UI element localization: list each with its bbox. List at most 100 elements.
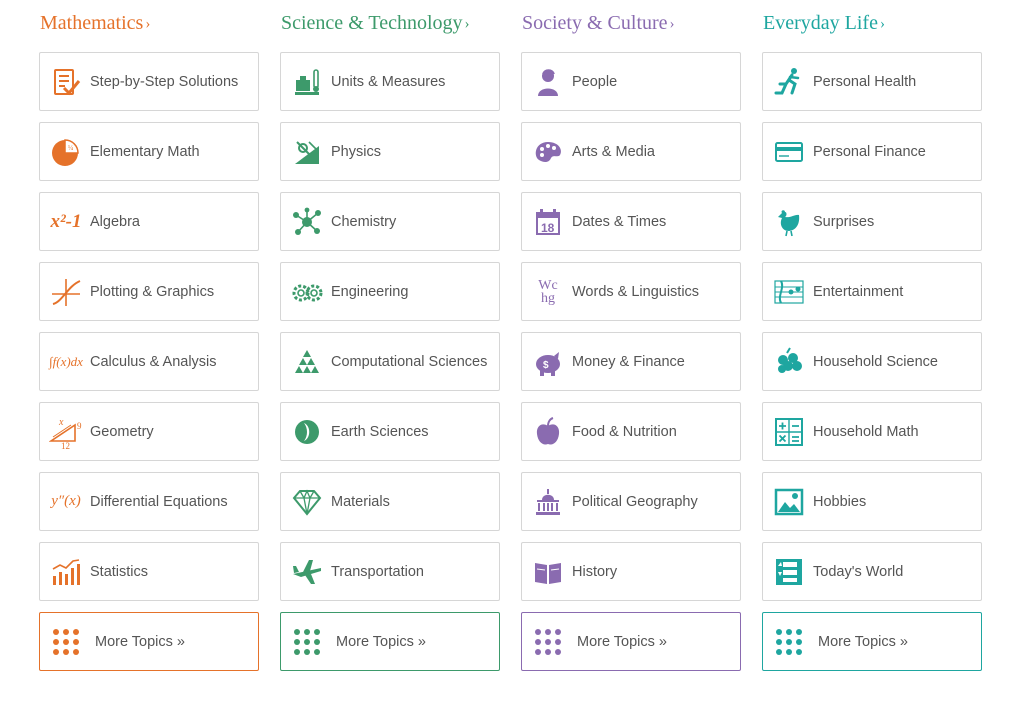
diamond-icon	[290, 485, 324, 519]
chevron-right-icon: ›	[464, 16, 470, 32]
topic-tile-arts-media[interactable]: Arts & Media	[521, 122, 741, 181]
apple-icon	[531, 415, 565, 449]
topic-label: Household Science	[813, 353, 938, 370]
topic-tile-personal-health[interactable]: Personal Health	[762, 52, 982, 111]
column-heading-link[interactable]: Everyday Life ›	[763, 10, 885, 36]
topic-tile-history[interactable]: History	[521, 542, 741, 601]
graph-curve-icon	[49, 275, 83, 309]
portrait-bust-icon	[531, 65, 565, 99]
topic-label: Differential Equations	[90, 493, 228, 510]
topic-tile-algebra[interactable]: x²-1 Algebra	[39, 192, 259, 251]
more-topics-label: More Topics »	[818, 633, 908, 650]
topic-label: Today's World	[813, 563, 904, 580]
more-topics-button[interactable]: More Topics »	[280, 612, 500, 671]
column-heading-link[interactable]: Society & Culture ›	[522, 10, 675, 36]
topic-label: Engineering	[331, 283, 409, 300]
topic-label: Household Math	[813, 423, 919, 440]
chicken-icon	[772, 205, 806, 239]
topic-tile-engineering[interactable]: Engineering	[280, 262, 500, 321]
svg-text:18: 18	[541, 221, 555, 235]
topic-tile-surprises[interactable]: Surprises	[762, 192, 982, 251]
topic-label: Physics	[331, 143, 381, 160]
calendar-icon: 18	[531, 205, 565, 239]
physics-ramp-icon	[290, 135, 324, 169]
column-heading-link[interactable]: Science & Technology ›	[281, 10, 470, 36]
topic-label: Arts & Media	[572, 143, 655, 160]
more-topics-label: More Topics »	[577, 633, 667, 650]
topic-tile-plotting-graphics[interactable]: Plotting & Graphics	[39, 262, 259, 321]
svg-text:x: x	[58, 417, 64, 428]
topic-label: History	[572, 563, 618, 580]
topic-tile-hobbies[interactable]: Hobbies	[762, 472, 982, 531]
capitol-icon	[531, 485, 565, 519]
topic-tile-materials[interactable]: Materials	[280, 472, 500, 531]
topic-tile-differential-equations[interactable]: y″(x) Differential Equations	[39, 472, 259, 531]
stock-board-icon	[772, 555, 806, 589]
letters-icon-text: Wc hg	[538, 277, 558, 306]
topic-tile-today-s-world[interactable]: Today's World	[762, 542, 982, 601]
topic-label: Money & Finance	[572, 353, 685, 370]
column-heading-link[interactable]: Mathematics ›	[40, 10, 150, 36]
topic-label: Earth Sciences	[331, 423, 429, 440]
topic-tile-transportation[interactable]: Transportation	[280, 542, 500, 601]
topic-label: Political Geography	[572, 493, 698, 510]
topic-tile-geometry[interactable]: x 9 12 Geometry	[39, 402, 259, 461]
topic-tile-earth-sciences[interactable]: Earth Sciences	[280, 402, 500, 461]
calculator-icon	[772, 415, 806, 449]
topic-tile-dates-times[interactable]: 18 Dates & Times	[521, 192, 741, 251]
topic-tile-money-finance[interactable]: $ Money & Finance	[521, 332, 741, 391]
topic-tile-food-nutrition[interactable]: Food & Nutrition	[521, 402, 741, 461]
more-topics-button[interactable]: More Topics »	[762, 612, 982, 671]
svg-text:12: 12	[61, 441, 70, 449]
topic-label: Personal Finance	[813, 143, 926, 160]
topic-tile-words-linguistics[interactable]: Wc hg Words & Linguistics	[521, 262, 741, 321]
topic-tile-computational-sciences[interactable]: Computational Sciences	[280, 332, 500, 391]
algebra-icon-text: x²-1	[50, 210, 82, 232]
gears-icon	[290, 275, 324, 309]
letters-icon: Wc hg	[531, 275, 565, 309]
topic-label: Statistics	[90, 563, 149, 580]
svg-text:¼: ¼	[68, 144, 73, 152]
grid-dots-icon	[294, 628, 320, 655]
derivative-icon: y″(x)	[49, 485, 83, 519]
more-topics-button[interactable]: More Topics »	[521, 612, 741, 671]
topic-tile-units-measures[interactable]: Units & Measures	[280, 52, 500, 111]
column-heading-text: Society & Culture	[522, 12, 668, 34]
topic-tile-household-science[interactable]: Household Science	[762, 332, 982, 391]
topic-tile-elementary-math[interactable]: ¼ Elementary Math	[39, 122, 259, 181]
topic-label: Words & Linguistics	[572, 283, 700, 300]
topic-tile-people[interactable]: People	[521, 52, 741, 111]
topic-tile-entertainment[interactable]: Entertainment	[762, 262, 982, 321]
topic-label: People	[572, 73, 618, 90]
topic-tile-physics[interactable]: Physics	[280, 122, 500, 181]
topic-label: Elementary Math	[90, 143, 200, 160]
more-topics-button[interactable]: More Topics »	[39, 612, 259, 671]
berries-icon	[772, 345, 806, 379]
topic-tile-calculus-analysis[interactable]: ∫f(x)dx Calculus & Analysis	[39, 332, 259, 391]
chevron-right-icon: ›	[145, 16, 151, 32]
svg-text:$: $	[543, 360, 549, 371]
column-heading-text: Mathematics	[40, 12, 144, 34]
topic-label: Computational Sciences	[331, 353, 488, 370]
derivative-icon-text: y″(x)	[51, 493, 81, 509]
topic-label: Geometry	[90, 423, 154, 440]
runner-icon	[772, 65, 806, 99]
triangle-icon: x 9 12	[49, 415, 83, 449]
topic-tile-personal-finance[interactable]: Personal Finance	[762, 122, 982, 181]
topic-tile-statistics[interactable]: Statistics	[39, 542, 259, 601]
topic-label: Surprises	[813, 213, 875, 230]
topic-tile-chemistry[interactable]: Chemistry	[280, 192, 500, 251]
more-topics-label: More Topics »	[336, 633, 426, 650]
topic-tile-household-math[interactable]: Household Math	[762, 402, 982, 461]
topic-label: Materials	[331, 493, 390, 510]
pie-fraction-icon: ¼	[49, 135, 83, 169]
algebra-x2-icon: x²-1	[49, 205, 83, 239]
open-book-icon	[531, 555, 565, 589]
topic-tile-political-geography[interactable]: Political Geography	[521, 472, 741, 531]
topic-label: Plotting & Graphics	[90, 283, 215, 300]
picture-frame-icon	[772, 485, 806, 519]
topic-label: Dates & Times	[572, 213, 667, 230]
airplane-icon	[290, 555, 324, 589]
topic-label: Transportation	[331, 563, 424, 580]
topic-tile-step-by-step-solutions[interactable]: Step-by-Step Solutions	[39, 52, 259, 111]
